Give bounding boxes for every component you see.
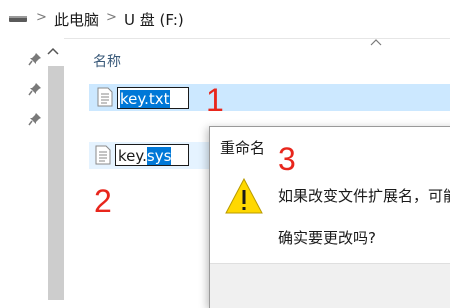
dialog-button-bar	[210, 263, 450, 308]
dialog-message: 如果改变文件扩展名，可能	[278, 187, 450, 205]
breadcrumb-separator: >	[36, 10, 47, 25]
text-file-icon	[95, 145, 111, 165]
pin-icon[interactable]	[28, 82, 42, 96]
annotation-number-3: 3	[278, 141, 296, 177]
breadcrumb-separator: >	[106, 10, 117, 25]
annotation-number-2: 2	[94, 183, 112, 219]
filename-selected-text: sys	[146, 147, 172, 165]
dialog-title: 重命名	[220, 139, 266, 157]
rename-input[interactable]: key.sys	[115, 144, 189, 166]
breadcrumb-item-usb-drive[interactable]: U 盘 (F:)	[124, 9, 184, 30]
dialog-question: 确实要更改吗?	[278, 229, 376, 247]
chevron-up-icon[interactable]	[47, 46, 59, 56]
filename-prefix: key.	[118, 147, 147, 165]
breadcrumb-item-this-pc[interactable]: 此电脑	[54, 9, 99, 30]
annotation-number-1: 1	[206, 82, 224, 118]
text-file-icon	[97, 87, 113, 107]
address-bar[interactable]: > 此电脑 > U 盘 (F:)	[0, 0, 450, 39]
pin-icon[interactable]	[28, 52, 42, 66]
scrollbar[interactable]	[48, 66, 64, 300]
rename-dialog: 重命名 如果改变文件扩展名，可能 确实要更改吗?	[209, 126, 450, 308]
column-header-name[interactable]: 名称	[93, 51, 121, 71]
sort-caret-icon	[370, 39, 382, 46]
rename-input[interactable]: key.txt	[117, 87, 189, 109]
pin-icon[interactable]	[28, 112, 42, 126]
usb-drive-icon	[9, 16, 27, 22]
warning-icon	[225, 177, 263, 214]
filename-selected-text: key.txt	[120, 90, 170, 108]
